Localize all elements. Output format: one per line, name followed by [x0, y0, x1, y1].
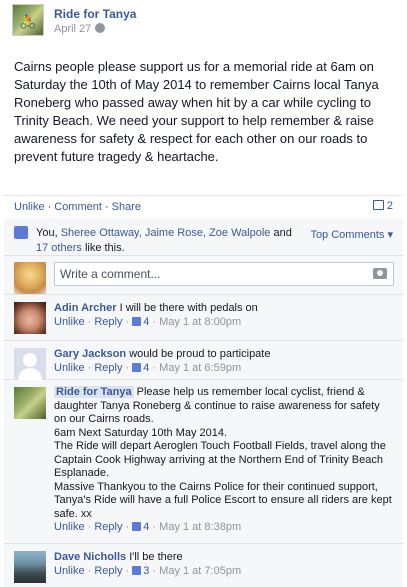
comment-box[interactable] [54, 262, 394, 286]
unlike-comment-link[interactable]: Unlike [54, 362, 85, 374]
comment-meta: Unlike · Reply · 4 · May 1 at 8:00pm [54, 316, 242, 328]
comment: Ride for Tanya Please help us remember l… [4, 381, 403, 544]
comment-time[interactable]: May 1 at 8:00pm [159, 316, 241, 328]
likes-suffix: like this. [84, 242, 125, 254]
comment-author[interactable]: Dave Nicholls [54, 551, 126, 563]
comment-text-line: The Ride will depart Aeroglen Touch Foot… [54, 440, 386, 479]
reply-link[interactable]: Reply [94, 362, 122, 374]
unlike-post-link[interactable]: Unlike [14, 201, 45, 213]
page-avatar[interactable]: 🚴 [12, 4, 44, 36]
comment-author[interactable]: Gary Jackson [54, 348, 126, 360]
comment-text-line: Massive Thankyou to the Cairns Police fo… [54, 480, 392, 520]
thumbs-up-icon [132, 317, 142, 326]
comment-link[interactable]: Comment [54, 201, 102, 213]
comment-text: would be proud to participate [129, 348, 271, 360]
comment-time[interactable]: May 1 at 7:05pm [159, 565, 241, 577]
post-text: Cairns people please support us for a me… [14, 59, 379, 164]
comment-text: I will be there with pedals on [119, 302, 258, 314]
share-icon [372, 200, 384, 210]
likes-and: and [273, 227, 292, 239]
comment-like-count[interactable]: 3 [143, 565, 149, 577]
comment-input[interactable] [55, 263, 355, 285]
liker-link[interactable]: Jaime Rose, [145, 227, 206, 239]
thumbs-up-icon [132, 522, 142, 531]
share-count[interactable]: 2 [372, 200, 393, 212]
comment: Dave Nicholls I'll be there Unlike · Rep… [4, 545, 403, 587]
thumbs-up-icon [132, 363, 142, 372]
comment-author[interactable]: Adin Archer [54, 302, 117, 314]
unlike-comment-link[interactable]: Unlike [54, 521, 85, 533]
top-comments-dropdown[interactable]: Top Comments ▾ [310, 228, 393, 241]
comment-text: I'll be there [129, 551, 183, 563]
separator: · [47, 201, 52, 213]
liker-link[interactable]: Zoe Walpole [209, 227, 270, 239]
comment-like-count[interactable]: 4 [143, 521, 149, 533]
comment-like-count[interactable]: 4 [143, 362, 149, 374]
unlike-comment-link[interactable]: Unlike [54, 565, 85, 577]
others-link[interactable]: 17 others [36, 242, 82, 254]
comment-meta: Unlike · Reply · 4 · May 1 at 8:38pm [54, 521, 242, 533]
reply-link[interactable]: Reply [94, 565, 122, 577]
comment-time[interactable]: May 1 at 6:59pm [159, 362, 241, 374]
page-name-link[interactable]: Ride for Tanya [54, 7, 136, 21]
current-user-avatar [14, 262, 46, 294]
comment-text-line: 6am Next Saturday 10th May 2014. [54, 426, 228, 439]
liker-link[interactable]: Sheree Ottaway, [61, 227, 142, 239]
avatar[interactable] [14, 302, 46, 334]
post-action-bar: Unlike · Comment · Share 2 [4, 195, 403, 217]
post-date-text[interactable]: April 27 [54, 23, 91, 35]
separator: · [104, 201, 109, 213]
comment-like-count[interactable]: 4 [143, 316, 149, 328]
comment-time[interactable]: May 1 at 8:38pm [159, 521, 241, 533]
comment: Adin Archer I will be there with pedals … [4, 296, 403, 341]
cyclist-icon: 🚴 [19, 13, 37, 29]
likes-sentence: You, Sheree Ottaway, Jaime Rose, Zoe Wal… [36, 226, 296, 256]
avatar[interactable] [14, 387, 46, 419]
post-date[interactable]: April 27 [54, 23, 106, 35]
comment-meta: Unlike · Reply · 4 · May 1 at 6:59pm [54, 362, 242, 374]
write-comment-row [4, 257, 403, 295]
thumbs-up-icon [14, 226, 28, 239]
reply-link[interactable]: Reply [94, 316, 122, 328]
share-link[interactable]: Share [112, 201, 141, 213]
likes-prefix: You, [36, 227, 58, 239]
reply-link[interactable]: Reply [94, 521, 122, 533]
share-count-value: 2 [386, 200, 393, 212]
thumbs-up-icon [132, 566, 142, 575]
comments-section: You, Sheree Ottaway, Jaime Rose, Zoe Wal… [4, 218, 403, 587]
camera-icon[interactable] [373, 268, 387, 279]
avatar[interactable] [14, 551, 46, 583]
comment-author[interactable]: Ride for Tanya [54, 386, 134, 398]
globe-icon [95, 23, 106, 33]
comment: Gary Jackson would be proud to participa… [4, 342, 403, 380]
avatar[interactable] [14, 348, 46, 380]
likes-row: You, Sheree Ottaway, Jaime Rose, Zoe Wal… [4, 218, 403, 256]
comment-meta: Unlike · Reply · 3 · May 1 at 7:05pm [54, 565, 242, 577]
unlike-comment-link[interactable]: Unlike [54, 316, 85, 328]
post-header: 🚴 Ride for Tanya April 27 [12, 4, 402, 38]
